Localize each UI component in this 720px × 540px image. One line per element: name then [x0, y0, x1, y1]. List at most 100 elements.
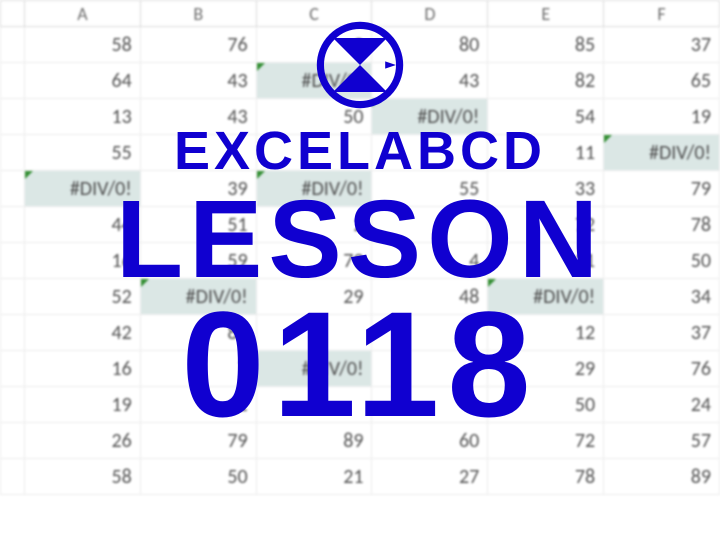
- cell[interactable]: 19: [604, 99, 720, 135]
- cell[interactable]: 33: [488, 171, 604, 207]
- cell[interactable]: 19: [25, 387, 141, 423]
- cell[interactable]: 43: [140, 99, 256, 135]
- cell[interactable]: 57: [604, 423, 720, 459]
- cell[interactable]: 37: [604, 27, 720, 63]
- cell[interactable]: 12: [488, 315, 604, 351]
- cell[interactable]: [256, 135, 372, 171]
- cell[interactable]: 76: [140, 27, 256, 63]
- cell[interactable]: [140, 135, 256, 171]
- row-header[interactable]: [1, 27, 25, 63]
- cell[interactable]: 34: [604, 279, 720, 315]
- cell[interactable]: 21: [256, 459, 372, 495]
- row-header[interactable]: [1, 135, 25, 171]
- cell[interactable]: 79: [604, 171, 720, 207]
- cell[interactable]: 4: [372, 243, 488, 279]
- cell[interactable]: 79: [140, 423, 256, 459]
- cell[interactable]: 42: [25, 315, 141, 351]
- row-header[interactable]: [1, 171, 25, 207]
- column-header[interactable]: C: [256, 1, 372, 27]
- cell[interactable]: 2: [256, 207, 372, 243]
- column-header[interactable]: F: [604, 1, 720, 27]
- cell[interactable]: 37: [604, 315, 720, 351]
- row-header[interactable]: [1, 279, 25, 315]
- column-header[interactable]: D: [372, 1, 488, 27]
- cell[interactable]: 13: [25, 99, 141, 135]
- cell[interactable]: 16: [25, 243, 141, 279]
- cell[interactable]: 88: [140, 315, 256, 351]
- error-cell[interactable]: #DIV/0!: [256, 171, 372, 207]
- cell[interactable]: 7: [140, 351, 256, 387]
- cell[interactable]: 76: [604, 351, 720, 387]
- cell[interactable]: 89: [256, 423, 372, 459]
- cell[interactable]: [256, 387, 372, 423]
- row-header[interactable]: [1, 387, 25, 423]
- column-header[interactable]: A: [25, 1, 141, 27]
- cell[interactable]: 50: [604, 243, 720, 279]
- error-cell[interactable]: #DIV/0!: [372, 99, 488, 135]
- table-row: 16597943150: [1, 243, 720, 279]
- cell[interactable]: [372, 387, 488, 423]
- cell[interactable]: 50: [256, 99, 372, 135]
- cell[interactable]: 58: [25, 27, 141, 63]
- cell[interactable]: 72: [488, 207, 604, 243]
- cell[interactable]: 72: [488, 423, 604, 459]
- row-header[interactable]: [1, 243, 25, 279]
- cell[interactable]: 16: [25, 351, 141, 387]
- cell[interactable]: 65: [604, 63, 720, 99]
- cell[interactable]: 54: [488, 99, 604, 135]
- cell[interactable]: 64: [25, 63, 141, 99]
- cell[interactable]: 89: [604, 459, 720, 495]
- cell[interactable]: 58: [25, 459, 141, 495]
- cell[interactable]: 27: [372, 459, 488, 495]
- cell[interactable]: 52: [25, 279, 141, 315]
- cell[interactable]: 60: [372, 423, 488, 459]
- cell[interactable]: 29: [488, 351, 604, 387]
- error-cell[interactable]: #DIV/0!: [256, 351, 372, 387]
- cell[interactable]: 55: [25, 135, 141, 171]
- cell[interactable]: 31: [488, 243, 604, 279]
- column-header[interactable]: E: [488, 1, 604, 27]
- cell[interactable]: 48: [372, 279, 488, 315]
- cell[interactable]: 29: [256, 279, 372, 315]
- row-header[interactable]: [1, 459, 25, 495]
- cell[interactable]: 51: [140, 207, 256, 243]
- error-cell[interactable]: #DIV/0!: [256, 63, 372, 99]
- error-cell[interactable]: #DIV/0!: [488, 279, 604, 315]
- cell[interactable]: 43: [140, 63, 256, 99]
- cell[interactable]: 78: [488, 459, 604, 495]
- cell[interactable]: 43: [372, 63, 488, 99]
- row-header[interactable]: [1, 423, 25, 459]
- cell[interactable]: [372, 315, 488, 351]
- row-header[interactable]: [1, 351, 25, 387]
- cell[interactable]: 11: [488, 135, 604, 171]
- error-cell[interactable]: #DIV/0!: [25, 171, 141, 207]
- cell[interactable]: 24: [604, 387, 720, 423]
- error-cell[interactable]: #DIV/0!: [604, 135, 720, 171]
- row-header[interactable]: [1, 207, 25, 243]
- cell[interactable]: 50: [140, 459, 256, 495]
- cell[interactable]: 82: [488, 63, 604, 99]
- cell[interactable]: 26: [25, 423, 141, 459]
- cell[interactable]: 9: [256, 27, 372, 63]
- cell[interactable]: [372, 207, 488, 243]
- cell[interactable]: 85: [488, 27, 604, 63]
- cell[interactable]: 39: [140, 171, 256, 207]
- cell[interactable]: 55: [372, 171, 488, 207]
- cell[interactable]: [256, 315, 372, 351]
- cell[interactable]: 12: [140, 387, 256, 423]
- column-header[interactable]: B: [140, 1, 256, 27]
- cell[interactable]: 80: [372, 27, 488, 63]
- row-header[interactable]: [1, 99, 25, 135]
- row-header[interactable]: [1, 315, 25, 351]
- error-cell[interactable]: #DIV/0!: [140, 279, 256, 315]
- cell[interactable]: [372, 351, 488, 387]
- cell[interactable]: 44: [25, 207, 141, 243]
- row-header[interactable]: [1, 63, 25, 99]
- spreadsheet-background: ABCDEF 587698085376443#DIV/0!43826513435…: [0, 0, 720, 540]
- cell[interactable]: 79: [256, 243, 372, 279]
- cell[interactable]: 50: [488, 387, 604, 423]
- cell[interactable]: 78: [604, 207, 720, 243]
- cell[interactable]: [372, 135, 488, 171]
- table-row: 44512 7278: [1, 207, 720, 243]
- cell[interactable]: 59: [140, 243, 256, 279]
